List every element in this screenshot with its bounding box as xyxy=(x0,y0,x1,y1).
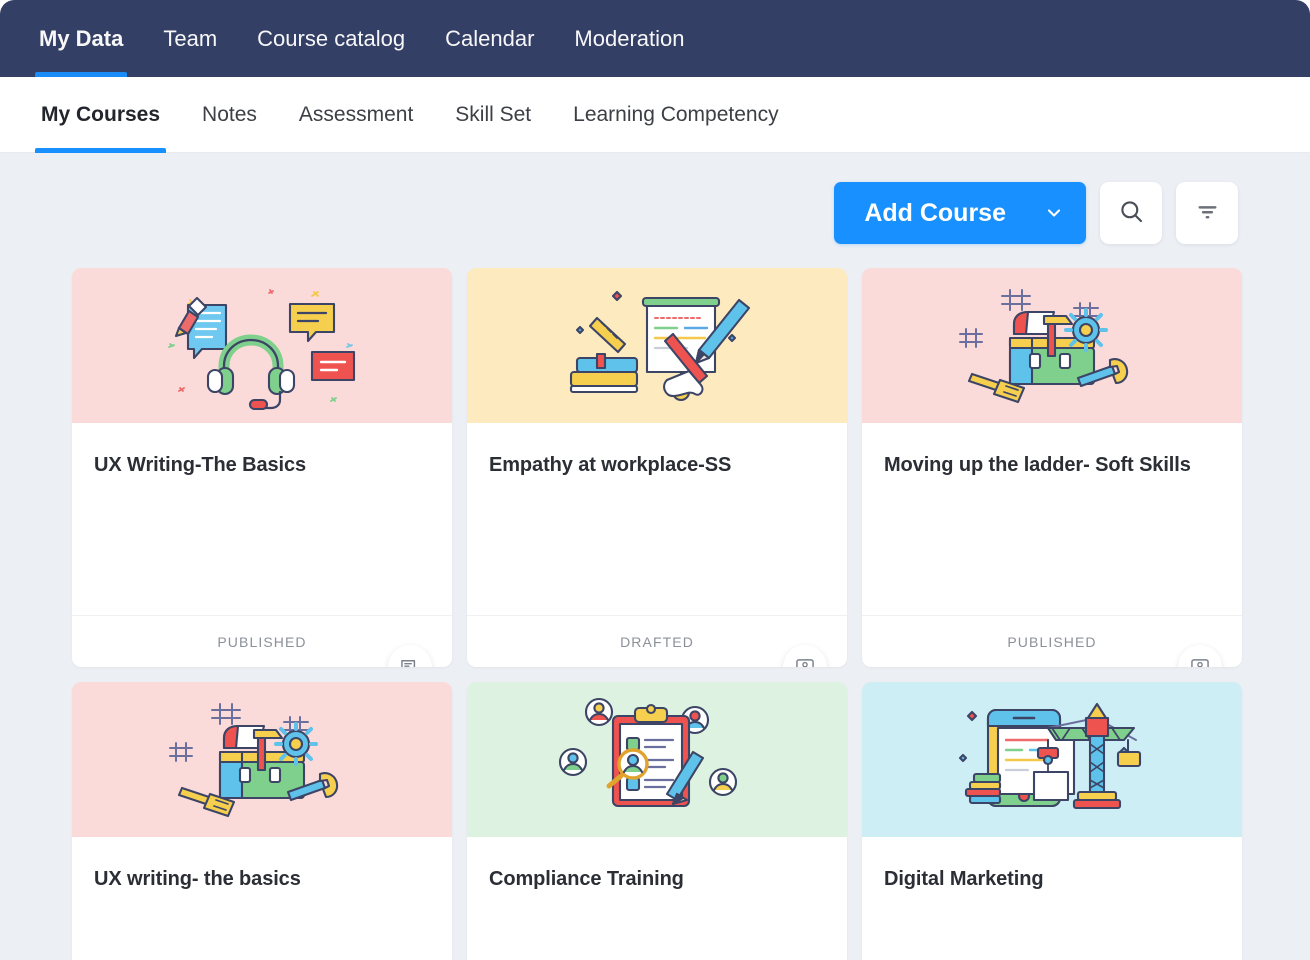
status-badge: PUBLISHED xyxy=(217,634,306,650)
toolbar: Add Course xyxy=(0,153,1310,244)
card-title: Moving up the ladder- Soft Skills xyxy=(884,453,1220,478)
nav-item-label: Team xyxy=(163,26,217,52)
course-card[interactable]: UX Writing-The Basics PUBLISHED xyxy=(72,268,452,667)
search-button[interactable] xyxy=(1100,182,1162,244)
tab-skill-set[interactable]: Skill Set xyxy=(434,77,552,153)
toolbox-tools-illustration xyxy=(162,696,362,824)
app-window: My Data Team Course catalog Calendar Mod… xyxy=(0,0,1310,960)
card-body: Compliance Training xyxy=(467,837,847,960)
card-banner xyxy=(72,268,452,423)
card-body: Moving up the ladder- Soft Skills xyxy=(862,423,1242,615)
nav-item-my-data[interactable]: My Data xyxy=(19,0,143,77)
card-banner xyxy=(72,682,452,837)
primary-navigation: My Data Team Course catalog Calendar Mod… xyxy=(0,0,1310,77)
chevron-down-icon xyxy=(1044,203,1064,223)
card-body: Digital Marketing xyxy=(862,837,1242,960)
crane-phone-document-illustration xyxy=(952,696,1152,824)
card-body: UX Writing-The Basics xyxy=(72,423,452,615)
tab-learning-competency[interactable]: Learning Competency xyxy=(552,77,799,153)
nav-item-label: Moderation xyxy=(574,26,684,52)
card-banner xyxy=(467,268,847,423)
course-card[interactable]: UX writing- the basics xyxy=(72,682,452,960)
tab-label: Learning Competency xyxy=(573,103,778,127)
course-card[interactable]: Moving up the ladder- Soft Skills PUBLIS… xyxy=(862,268,1242,667)
course-card[interactable]: Empathy at workplace-SS DRAFTED xyxy=(467,268,847,667)
card-banner xyxy=(467,682,847,837)
course-card[interactable]: Digital Marketing xyxy=(862,682,1242,960)
filter-button[interactable] xyxy=(1176,182,1238,244)
card-title: UX Writing-The Basics xyxy=(94,453,430,478)
card-banner xyxy=(862,682,1242,837)
tab-assessment[interactable]: Assessment xyxy=(278,77,434,153)
status-badge: PUBLISHED xyxy=(1007,634,1096,650)
nav-item-team[interactable]: Team xyxy=(143,0,237,77)
filter-icon xyxy=(1194,198,1221,228)
headset-document-chat-illustration xyxy=(162,282,362,410)
secondary-navigation: My Courses Notes Assessment Skill Set Le… xyxy=(0,77,1310,153)
tab-notes[interactable]: Notes xyxy=(181,77,278,153)
card-banner xyxy=(862,268,1242,423)
card-body: UX writing- the basics xyxy=(72,837,452,960)
tab-label: My Courses xyxy=(41,103,160,127)
tab-label: Assessment xyxy=(299,103,413,127)
card-body: Empathy at workplace-SS xyxy=(467,423,847,615)
nav-item-label: My Data xyxy=(39,26,123,52)
card-title: Digital Marketing xyxy=(884,867,1220,892)
nav-item-moderation[interactable]: Moderation xyxy=(554,0,704,77)
nav-item-label: Course catalog xyxy=(257,26,405,52)
nav-item-calendar[interactable]: Calendar xyxy=(425,0,554,77)
tab-label: Skill Set xyxy=(455,103,531,127)
tab-label: Notes xyxy=(202,103,257,127)
clipboard-people-magnifier-illustration xyxy=(557,696,757,824)
course-card-grid: UX Writing-The Basics PUBLISHED xyxy=(0,244,1310,960)
tab-my-courses[interactable]: My Courses xyxy=(20,77,181,153)
search-icon xyxy=(1118,198,1145,228)
nav-item-label: Calendar xyxy=(445,26,534,52)
nav-item-course-catalog[interactable]: Course catalog xyxy=(237,0,425,77)
add-course-button[interactable]: Add Course xyxy=(834,182,1086,244)
status-badge: DRAFTED xyxy=(620,634,694,650)
whiteboard-books-pencil-illustration xyxy=(557,282,757,410)
card-title: UX writing- the basics xyxy=(94,867,430,892)
card-title: Empathy at workplace-SS xyxy=(489,453,825,478)
card-title: Compliance Training xyxy=(489,867,825,892)
toolbox-tools-illustration xyxy=(952,282,1152,410)
course-card[interactable]: Compliance Training xyxy=(467,682,847,960)
add-course-label: Add Course xyxy=(864,199,1006,228)
